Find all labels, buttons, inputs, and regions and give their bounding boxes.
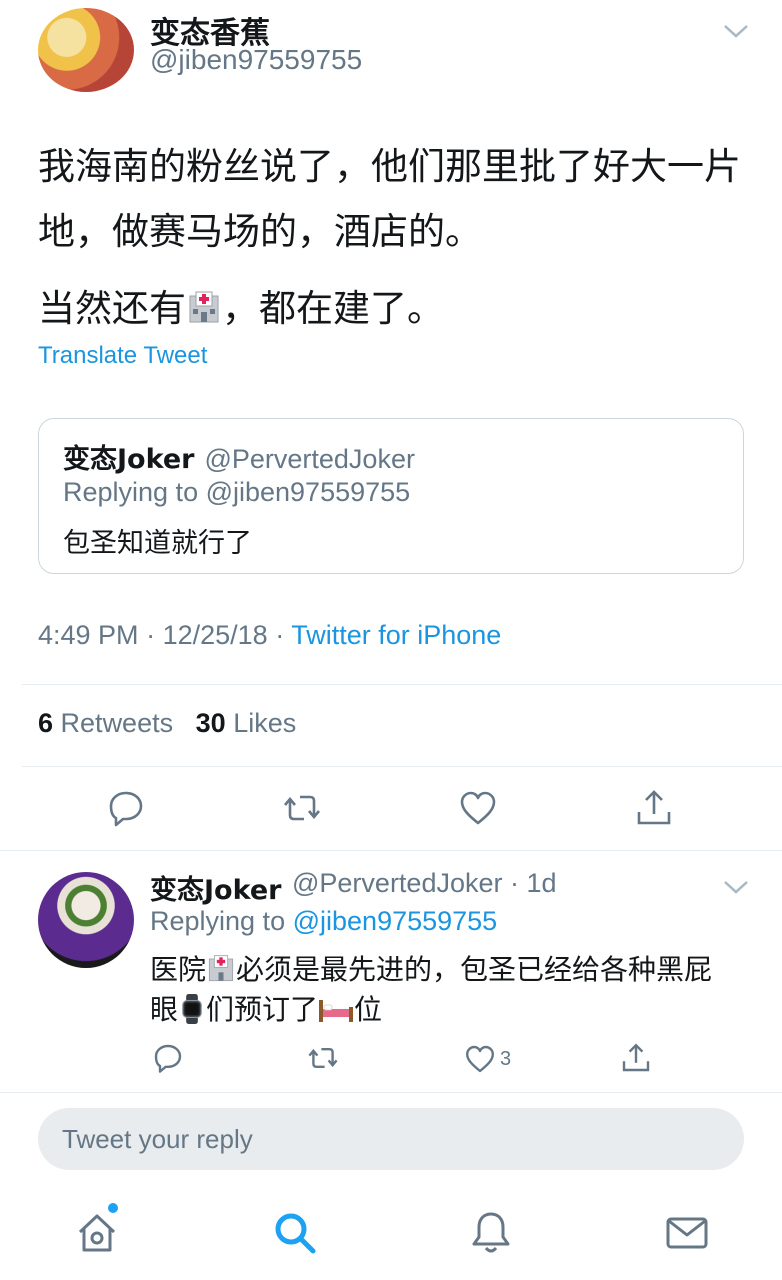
heart-icon[interactable]: [458, 788, 498, 828]
reply-placeholder: Tweet your reply: [62, 1124, 253, 1154]
retweet-count: 6: [38, 708, 54, 738]
retweet-icon[interactable]: [306, 1042, 340, 1074]
quoted-display-name: 变态Joker: [63, 444, 195, 475]
divider: [22, 766, 782, 767]
quoted-replying-to: Replying to @jiben97559755: [63, 477, 411, 507]
tweet-timestamp: 4:49 PM · 12/25/18 · Twitter for iPhone: [38, 620, 501, 651]
retweet-label: Retweets: [60, 708, 174, 738]
tweet-text-line: 我海南的粉丝说了，他们那里批了好大一片地，做赛马场的，酒店的。: [38, 145, 741, 253]
home-notification-dot: [108, 1203, 118, 1213]
reply-tweet-text: 医院 必须是最先进的，包圣已经给各种黑屁 眼 们预订了 位: [150, 950, 750, 1030]
reply-text-segment: 眼: [150, 993, 179, 1026]
reply-text-segment: 必须是最先进的，包圣已经给各种黑屁: [236, 953, 713, 986]
hospital-emoji-icon: [189, 291, 219, 323]
translate-tweet-link[interactable]: Translate Tweet: [38, 342, 207, 370]
divider: [22, 684, 782, 685]
search-icon[interactable]: [272, 1210, 318, 1256]
chevron-down-icon[interactable]: [722, 878, 750, 896]
divider: [0, 1092, 782, 1093]
quoted-tweet-card[interactable]: 变态Joker @PervertedJoker Replying to @jibe…: [38, 418, 744, 574]
divider: [0, 850, 782, 851]
reply-like-count: 3: [500, 1048, 512, 1070]
watch-emoji-icon: [182, 994, 202, 1024]
tweet-time: 4:49 PM: [38, 620, 139, 650]
reply-icon[interactable]: [152, 1042, 184, 1074]
tweet-stats: 6 Retweets 30 Likes: [38, 708, 296, 739]
bed-emoji-icon: [319, 1000, 354, 1022]
like-label: Likes: [233, 708, 297, 738]
mail-icon[interactable]: [664, 1210, 710, 1256]
tweet-text-line: 当然还有 ，都在建了。: [38, 276, 758, 341]
tweet-text: 我海南的粉丝说了，他们那里批了好大一片地，做赛马场的，酒店的。 当然还有 ，都在…: [38, 134, 758, 341]
tweet-text-segment: 当然还有: [38, 287, 186, 330]
hospital-emoji-icon: [208, 955, 234, 982]
reply-text-segment: 们预订了: [206, 993, 319, 1026]
author-avatar[interactable]: [38, 8, 134, 92]
bell-icon[interactable]: [468, 1210, 514, 1256]
home-icon[interactable]: [74, 1210, 120, 1256]
likes-stat[interactable]: 30 Likes: [196, 708, 297, 738]
reply-text-line: 医院 必须是最先进的，包圣已经给各种黑屁: [150, 950, 750, 990]
share-icon[interactable]: [620, 1042, 652, 1074]
tweet-reply-input[interactable]: Tweet your reply: [38, 1108, 744, 1170]
meta-separator: ·: [146, 620, 156, 650]
reply-author-avatar[interactable]: [38, 872, 134, 968]
reply-display-name[interactable]: 变态Joker: [150, 868, 281, 907]
tweet-text-segment: ，都在建了。: [222, 287, 444, 330]
retweet-icon[interactable]: [282, 788, 322, 828]
reply-icon[interactable]: [106, 788, 146, 828]
quoted-handle: @PervertedJoker: [204, 444, 415, 474]
reply-replying-to: Replying to @jiben97559755: [150, 906, 497, 937]
tweet-source-link[interactable]: Twitter for iPhone: [291, 620, 501, 650]
reply-text-segment: 位: [354, 993, 383, 1026]
retweets-stat[interactable]: 6 Retweets: [38, 708, 173, 738]
tweet-date: 12/25/18: [162, 620, 268, 650]
author-handle[interactable]: @jiben97559755: [150, 44, 362, 76]
reply-text-line: 眼 们预订了 位: [150, 990, 750, 1030]
replying-to-label: Replying to: [150, 906, 286, 936]
meta-separator: ·: [275, 620, 285, 650]
quoted-tweet-text: 包圣知道就行了: [63, 528, 252, 559]
reply-text-segment: 医院: [150, 953, 207, 986]
heart-icon[interactable]: [464, 1043, 496, 1075]
chevron-down-icon[interactable]: [722, 22, 750, 40]
replying-to-handle[interactable]: @jiben97559755: [293, 906, 498, 936]
reply-handle-time[interactable]: @PervertedJoker · 1d: [292, 868, 557, 899]
like-count: 30: [195, 708, 226, 738]
quoted-tweet-header: 变态Joker @PervertedJoker: [63, 437, 415, 476]
share-icon[interactable]: [634, 788, 674, 828]
